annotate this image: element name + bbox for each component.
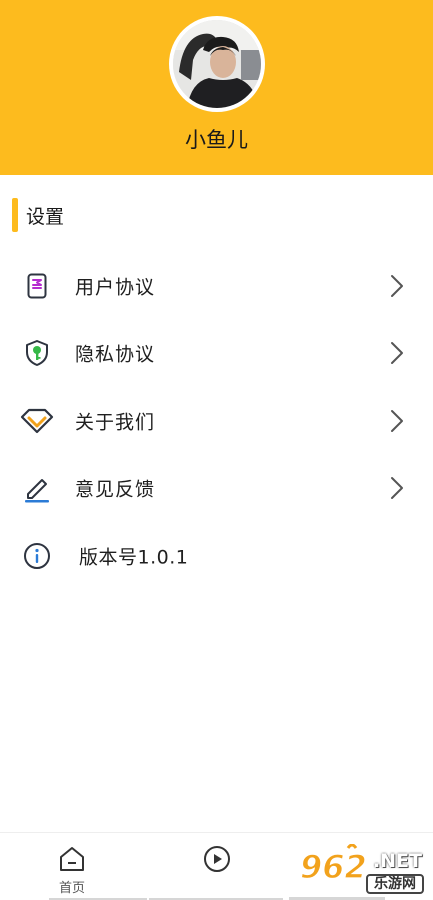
username: 小鱼儿 (185, 128, 248, 152)
section-accent-bar (12, 198, 18, 232)
chevron-right-icon (391, 274, 403, 297)
home-icon (60, 847, 84, 871)
info-icon (18, 537, 56, 575)
menu-item-feedback[interactable]: 意见反馈 (0, 455, 433, 523)
menu-label: 意见反馈 (75, 478, 156, 501)
profile-header: 小鱼儿 (0, 0, 433, 175)
tab-home-label: 首页 (58, 881, 85, 896)
watermark-site: 乐游网 (366, 874, 424, 894)
version-label: 版本号1.0.1 (79, 546, 189, 569)
menu-label: 用户协议 (75, 276, 156, 299)
tab-video[interactable] (144, 833, 288, 900)
tab-home[interactable]: 首页 (0, 833, 147, 900)
watermark-domain: .NET (372, 850, 422, 872)
document-icon (18, 267, 56, 305)
shield-key-icon (18, 334, 56, 372)
pencil-icon (18, 469, 56, 507)
avatar-image (173, 20, 261, 108)
menu-label: 隐私协议 (75, 343, 156, 366)
chevron-right-icon (391, 477, 403, 500)
watermark-962-logo: 962 (299, 844, 367, 884)
settings-section-header: 设置 (12, 198, 64, 232)
play-icon (204, 846, 230, 872)
avatar-photo (173, 20, 261, 108)
settings-menu: 用户协议 隐私协议 关于我们 意见反馈 版本号1.0.1 (0, 252, 433, 590)
menu-item-privacy-agreement[interactable]: 隐私协议 (0, 320, 433, 388)
chevron-right-icon (391, 342, 403, 365)
chevron-right-icon (391, 409, 403, 432)
settings-title: 设置 (26, 205, 65, 228)
menu-item-version: 版本号1.0.1 (0, 522, 433, 590)
menu-label: 关于我们 (75, 411, 156, 434)
menu-item-user-agreement[interactable]: 用户协议 (0, 252, 433, 320)
menu-item-about-us[interactable]: 关于我们 (0, 387, 433, 455)
diamond-icon (18, 402, 56, 440)
avatar[interactable] (169, 16, 265, 112)
watermark-logo: 962 .NET 乐游网 (296, 842, 430, 896)
watermark-logo-text: 962 (300, 848, 367, 884)
